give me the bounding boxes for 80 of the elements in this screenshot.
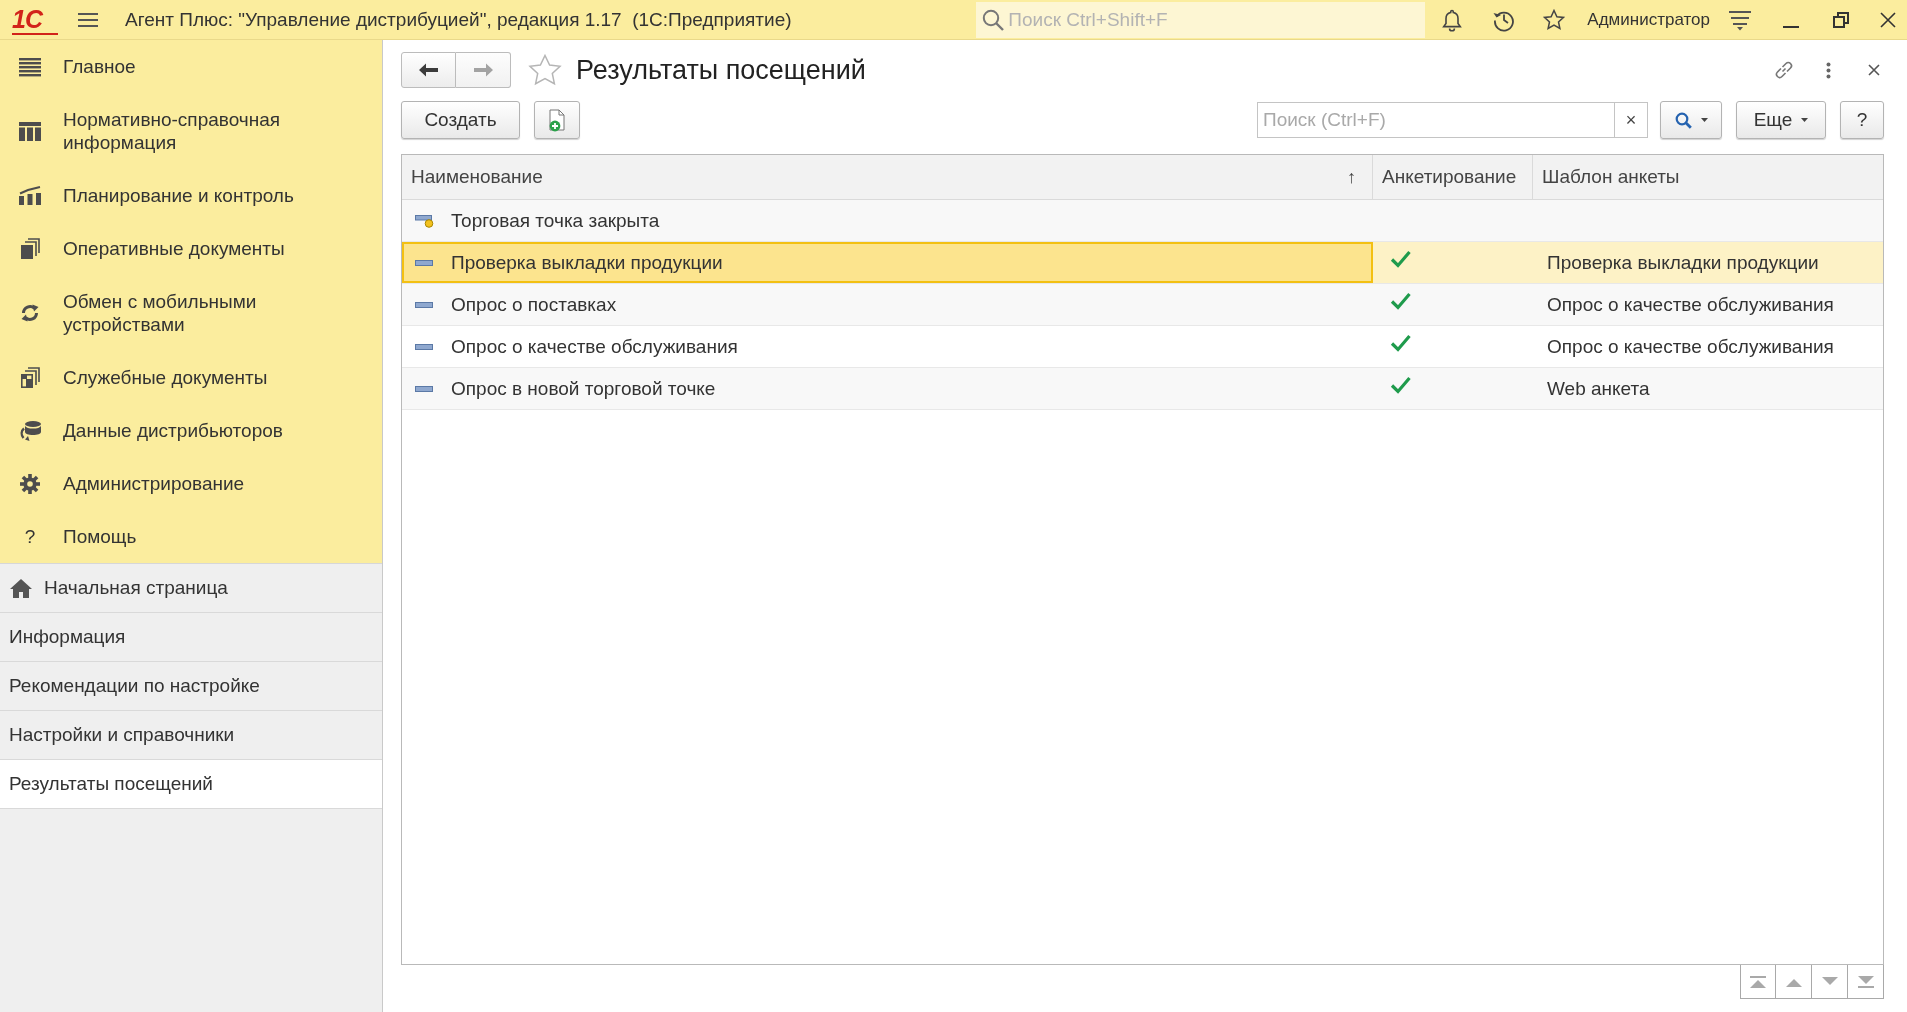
bell-icon[interactable] [1441, 7, 1464, 32]
menu-icon[interactable] [78, 11, 98, 28]
column-header[interactable]: Анкетирование [1373, 155, 1533, 199]
user-name[interactable]: Администратор [1587, 9, 1710, 30]
table-row[interactable]: Опрос в новой торговой точке Web анкета [402, 368, 1883, 410]
open-window-tab[interactable]: Начальная страница [0, 564, 382, 613]
create-button[interactable]: Создать [401, 101, 520, 139]
sidebar-item[interactable]: Администрирование [0, 457, 382, 510]
add-document-button[interactable] [534, 101, 580, 139]
sidebar-item[interactable]: Нормативно-справочная информация [0, 93, 382, 169]
open-window-tab[interactable]: Рекомендации по настройке [0, 662, 382, 711]
sidebar-item[interactable]: Данные дистрибьюторов [0, 404, 382, 457]
sidebar-item[interactable]: ? Помощь [0, 510, 382, 563]
documents-icon [20, 238, 40, 259]
restore-icon[interactable] [1833, 11, 1849, 28]
bar-dot-icon [415, 213, 434, 228]
options-icon[interactable] [1729, 8, 1751, 31]
search-field[interactable]: Поиск Ctrl+Shift+F [976, 1, 1426, 38]
close-icon[interactable] [1868, 64, 1880, 76]
item-name: Опрос в новой торговой точке [451, 377, 716, 400]
documents-icon [20, 367, 40, 388]
window-title: Агент Плюс: "Управление дистрибуцией", редакция 1.17 (1С:Предприятие) [125, 8, 792, 31]
sidebar-item[interactable]: Планирование и контроль [0, 169, 382, 222]
bar-icon [415, 385, 433, 392]
sidebar-item[interactable]: Главное [0, 40, 382, 93]
back-button[interactable] [401, 52, 456, 88]
home-icon [10, 578, 32, 598]
column-header[interactable]: Наименование ↑ [402, 155, 1373, 199]
close-icon[interactable] [1880, 11, 1896, 28]
template-name: Web анкета [1547, 377, 1650, 400]
sort-indicator: ↑ [1347, 166, 1356, 188]
template-name: Опрос о качестве обслуживания [1547, 335, 1834, 358]
table-row[interactable]: Проверка выкладки продукции Проверка выкладки продукции [402, 242, 1883, 284]
search-icon [1674, 111, 1692, 129]
arrow-right-icon [473, 63, 493, 77]
sidebar-item[interactable]: Служебные документы [0, 351, 382, 404]
template-name: Опрос о качестве обслуживания [1547, 293, 1834, 316]
star-icon[interactable] [1543, 8, 1566, 31]
help-icon: ? [24, 525, 36, 548]
more-button[interactable]: Еще [1736, 101, 1826, 139]
open-window-tab[interactable]: Результаты посещений [0, 760, 382, 809]
more-icon[interactable] [1826, 61, 1831, 79]
link-icon[interactable] [1773, 59, 1795, 81]
bar-icon [415, 301, 433, 308]
column-title: Наименование [411, 166, 544, 188]
list-lines-icon [19, 56, 41, 77]
open-window-tab[interactable]: Информация [0, 613, 382, 662]
search-icon [982, 8, 1005, 31]
item-name: Торговая точка закрыта [451, 209, 660, 232]
form-title: Результаты посещений [576, 54, 866, 86]
table-row[interactable]: Торговая точка закрыта [402, 200, 1883, 242]
item-name: Проверка выкладки продукции [451, 251, 723, 274]
bar-triangle-down-icon [1856, 975, 1875, 988]
bar-triangle-up-icon [1749, 975, 1767, 988]
gear-icon [20, 473, 40, 494]
sidebar-item[interactable]: Обмен с мобильными устройствами [0, 275, 382, 351]
search-field[interactable]: Поиск (Ctrl+F) [1257, 102, 1614, 138]
clear-button[interactable]: × [1614, 102, 1648, 138]
bar-icon [415, 259, 433, 266]
search-button[interactable] [1660, 101, 1722, 139]
logo: 1С [12, 4, 58, 35]
column-header[interactable]: Шаблон анкеты [1533, 155, 1883, 199]
database-icon [19, 420, 41, 441]
star-icon[interactable] [528, 54, 562, 86]
columns-icon [19, 121, 41, 141]
bar-chart-icon [19, 186, 41, 205]
template-name: Проверка выкладки продукции [1547, 251, 1819, 274]
item-name: Опрос о качестве обслуживания [451, 335, 738, 358]
help-button[interactable]: ? [1840, 101, 1884, 139]
refresh-icon [20, 303, 40, 323]
sidebar-item[interactable]: Оперативные документы [0, 222, 382, 275]
table-row[interactable]: Опрос о поставках Опрос о качестве обслуживания [402, 284, 1883, 326]
arrow-left-icon [419, 63, 438, 77]
document-plus-icon [547, 108, 567, 132]
item-name: Опрос о поставках [451, 293, 617, 316]
caret-icon [1801, 118, 1809, 122]
caret-icon [1700, 118, 1708, 122]
minimize-icon[interactable] [1783, 25, 1799, 28]
bar-icon [415, 343, 433, 350]
triangle-down-icon [1820, 975, 1839, 988]
